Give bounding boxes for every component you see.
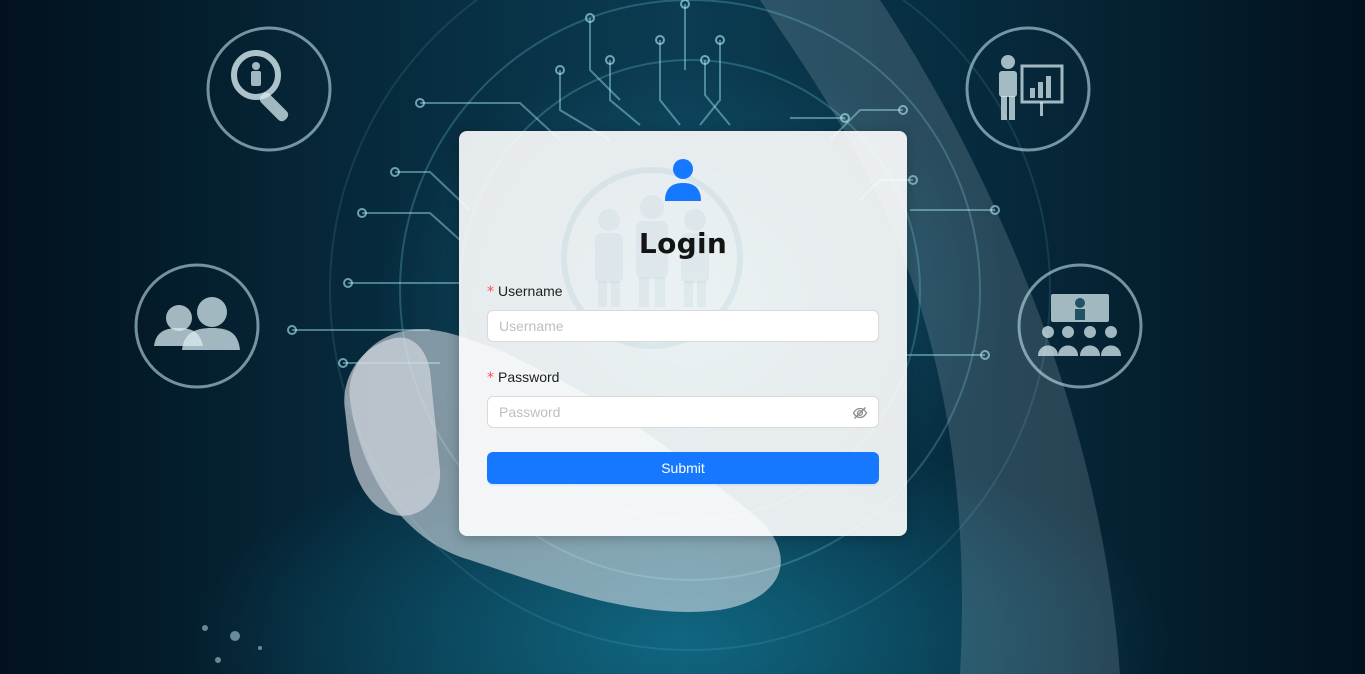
required-mark: * — [487, 370, 494, 386]
page-title: Login — [638, 227, 728, 260]
password-label: * Password — [487, 369, 559, 386]
submit-button[interactable]: Submit — [487, 452, 879, 484]
required-mark: * — [487, 284, 494, 300]
password-field[interactable] — [487, 396, 879, 428]
eye-invisible-icon[interactable] — [852, 405, 868, 421]
username-label-text: Username — [498, 283, 563, 299]
username-field[interactable] — [487, 310, 879, 342]
password-input[interactable] — [488, 397, 878, 427]
login-card: Login *Username *Password Submit — [459, 131, 907, 536]
username-input[interactable] — [488, 311, 878, 341]
username-label: * Username — [487, 283, 563, 300]
password-label-text: Password — [498, 369, 560, 385]
user-icon — [665, 159, 701, 201]
